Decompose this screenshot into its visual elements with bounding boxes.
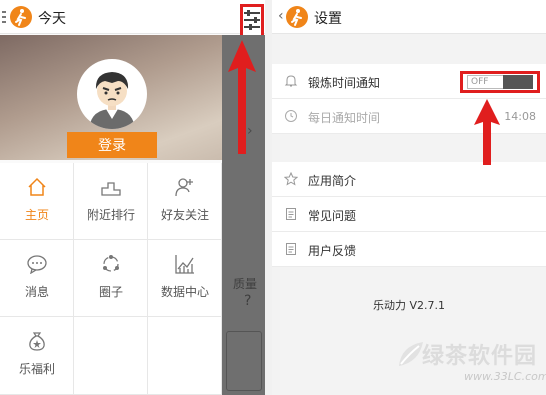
avatar[interactable] xyxy=(77,59,147,129)
bell-icon xyxy=(284,74,298,88)
list-item-app-intro[interactable]: 应用简介 xyxy=(272,162,546,197)
dimmed-content-overlay[interactable]: › 质量 ? xyxy=(222,35,265,395)
document-icon xyxy=(284,207,298,221)
menu-icon[interactable] xyxy=(2,11,6,23)
add-friend-icon xyxy=(175,177,195,197)
setting-row-daily-time[interactable]: 每日通知时间 14:08 xyxy=(272,99,546,134)
toggle-knob xyxy=(503,75,533,89)
notification-toggle[interactable]: OFF xyxy=(460,71,540,93)
clock-icon xyxy=(284,109,298,123)
menu-item-label: 数据中心 xyxy=(160,285,209,299)
menu-item-messages[interactable]: 消息 xyxy=(0,240,74,317)
left-header: 今天 xyxy=(0,0,265,38)
left-header-title: 今天 xyxy=(38,11,66,27)
setting-label: 每日通知时间 xyxy=(308,111,381,125)
login-button[interactable]: 登录 xyxy=(67,132,157,158)
setting-label: 锻炼时间通知 xyxy=(308,76,381,90)
list-item-label: 应用简介 xyxy=(308,174,357,188)
chevron-right-icon: › xyxy=(247,123,253,139)
watermark-text: 绿茶软件园 xyxy=(422,344,538,369)
data-chart-icon xyxy=(175,254,195,274)
menu-item-home[interactable]: 主页 xyxy=(0,163,74,240)
star-icon xyxy=(283,171,299,186)
menu-grid-empty-cell xyxy=(74,317,148,395)
menu-item-label: 主页 xyxy=(24,208,49,222)
overlay-question-mark: ? xyxy=(244,293,252,309)
right-screen: ‹ 设置 锻炼时间通知 OFF 每日通知时间 14:08 应用简介 常见问题 用… xyxy=(272,0,546,395)
right-header: ‹ 设置 xyxy=(272,0,546,34)
message-icon xyxy=(27,254,47,275)
list-item-feedback[interactable]: 用户反馈 xyxy=(272,232,546,267)
home-icon xyxy=(27,177,47,197)
list-item-label: 用户反馈 xyxy=(308,244,357,258)
menu-item-label: 消息 xyxy=(24,285,49,299)
overlay-card xyxy=(226,331,262,391)
menu-item-welfare[interactable]: 乐福利 xyxy=(0,317,74,395)
menu-grid: 主页 附近排行 好友关注 消息 圈子 数据中心 乐福利 xyxy=(0,163,222,395)
menu-item-label: 乐福利 xyxy=(18,362,55,376)
menu-item-circles[interactable]: 圈子 xyxy=(74,240,148,317)
overlay-partial-text: 质量 xyxy=(233,277,258,291)
daily-time-value: 14:08 xyxy=(504,110,536,123)
menu-item-data-center[interactable]: 数据中心 xyxy=(148,240,222,317)
app-logo-icon xyxy=(286,6,308,28)
feedback-icon xyxy=(284,242,298,256)
podium-icon xyxy=(101,177,121,197)
menu-item-label: 好友关注 xyxy=(160,208,209,222)
menu-item-label: 圈子 xyxy=(98,285,123,299)
toggle-state-label: OFF xyxy=(467,75,505,89)
gift-bag-icon xyxy=(27,331,47,351)
settings-page-title: 设置 xyxy=(314,11,342,27)
menu-item-label: 附近排行 xyxy=(86,208,135,222)
menu-grid-empty-cell xyxy=(148,317,222,395)
watermark-url: www.33LC.com xyxy=(464,370,546,383)
app-logo-icon xyxy=(10,6,32,28)
menu-item-friends[interactable]: 好友关注 xyxy=(148,163,222,240)
app-version: 乐动力 V2.7.1 xyxy=(372,299,445,312)
left-screen: 今天 登录 主页 附近排行 好友关注 消息 圈子 数据中心 乐福利 › 质量 ? xyxy=(0,0,265,395)
back-arrow-icon[interactable]: ‹ xyxy=(278,8,284,24)
settings-icon[interactable] xyxy=(240,4,264,38)
list-item-faq[interactable]: 常见问题 xyxy=(272,197,546,232)
list-item-label: 常见问题 xyxy=(308,209,357,223)
setting-row-exercise-notification[interactable]: 锻炼时间通知 OFF xyxy=(272,64,546,99)
menu-item-nearby-ranking[interactable]: 附近排行 xyxy=(74,163,148,240)
screen-divider xyxy=(265,0,272,395)
circle-icon xyxy=(101,254,121,274)
